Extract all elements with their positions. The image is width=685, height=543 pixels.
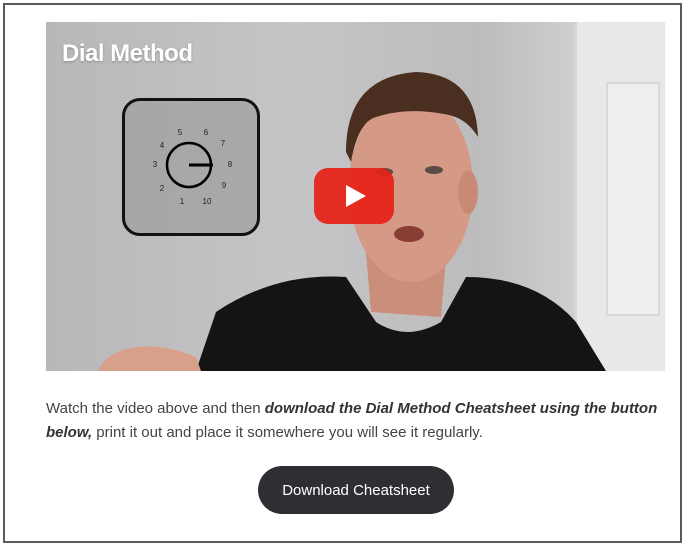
instruction-intro: Watch the video above and then	[46, 400, 265, 417]
dial-number-1: 1	[180, 197, 185, 206]
instruction-text: Watch the video above and then download …	[46, 397, 671, 445]
dial-graphic: 1 2 3 4 5 6 7 8 9 10	[122, 98, 260, 236]
dial-number-7: 7	[221, 139, 226, 148]
video-title: Dial Method	[62, 40, 193, 67]
dial-number-5: 5	[178, 128, 183, 137]
dial-number-6: 6	[204, 128, 209, 137]
content-card: Dial Method 1 2 3 4 5 6 7 8 9 10 Watch t…	[3, 3, 682, 543]
dial-number-2: 2	[160, 184, 165, 193]
play-icon	[346, 185, 366, 207]
dial-number-10: 10	[203, 197, 212, 206]
video-player[interactable]: Dial Method 1 2 3 4 5 6 7 8 9 10	[46, 22, 665, 371]
instruction-outro: print it out and place it somewhere you …	[92, 424, 483, 441]
dial-number-8: 8	[228, 160, 233, 169]
play-button[interactable]	[314, 168, 394, 224]
download-cheatsheet-button[interactable]: Download Cheatsheet	[258, 466, 454, 514]
dial-icon: 1 2 3 4 5 6 7 8 9 10	[153, 128, 233, 206]
dial-number-4: 4	[160, 141, 165, 150]
dial-number-3: 3	[153, 160, 158, 169]
dial-number-9: 9	[222, 181, 227, 190]
